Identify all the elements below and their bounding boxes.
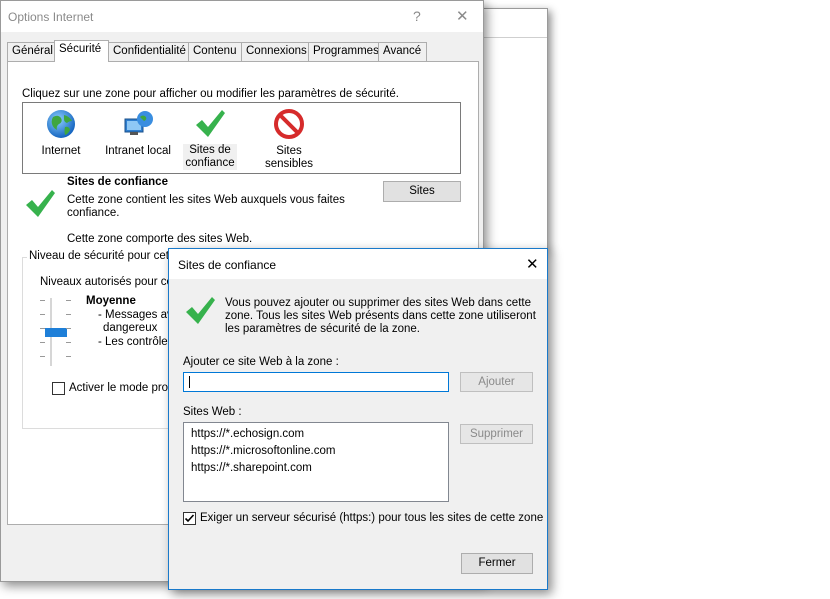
zone-instruction: Cliquez sur une zone pour afficher ou mo… [22,88,399,100]
dialog-close-button[interactable]: ✕ [526,255,539,273]
globe-icon [47,110,75,138]
security-level-legend: Niveau de sécurité pour cette [27,250,181,262]
zone-label: Sites sensibles [265,145,313,170]
zone-local-intranet[interactable]: Intranet local [103,107,173,158]
list-item[interactable]: https://*.sharepoint.com [191,462,312,474]
zone-title: Sites de confiance [67,176,168,188]
text-cursor [189,376,190,388]
level-description-line3: - Les contrôles [98,336,174,348]
close-dialog-button[interactable]: Fermer [461,553,533,574]
tab-privacy[interactable]: Confidentialité [108,42,189,61]
tab-content[interactable]: Contenu [188,42,242,61]
level-name: Moyenne [86,295,136,307]
protected-mode-checkbox[interactable] [52,382,65,395]
blocked-icon [274,109,304,139]
window-title: Options Internet [8,10,94,24]
add-site-label: Ajouter ce site Web à la zone : [183,356,339,368]
dialog-title: Sites de confiance [178,258,277,272]
checkmark-icon [196,110,225,137]
title-bar: Options Internet ? ✕ [1,1,483,32]
sites-list[interactable]: https://*.echosign.com https://*.microso… [183,422,449,502]
remove-button[interactable]: Supprimer [460,424,533,444]
trusted-sites-dialog: Sites de confiance ✕ Vous pouvez ajouter… [168,248,548,590]
protected-mode-label: Activer le mode protég [69,382,185,394]
level-description-line1: - Messages ava [98,309,180,321]
add-site-input[interactable] [183,372,449,392]
tab-programs[interactable]: Programmes [308,42,379,61]
dialog-title-bar: Sites de confiance ✕ [169,249,547,279]
slider-ticks-left [40,300,45,301]
checkmark-icon [186,297,215,324]
zone-internet[interactable]: Internet [33,107,89,158]
add-button[interactable]: Ajouter [460,372,533,392]
trusted-checkmark-icon [26,190,55,217]
zone-description-line3: Cette zone comporte des sites Web. [67,233,253,245]
sites-button[interactable]: Sites [383,181,461,202]
info-line3: les paramètres de sécurité de la zone. [225,323,420,335]
help-button[interactable]: ? [413,8,421,24]
tab-connections[interactable]: Connexions [241,42,309,61]
slider-ticks-right [66,300,71,301]
zone-label-line2: confiance [183,157,237,170]
zone-label: Internet [41,145,81,157]
zone-label-line1: Sites de [183,144,237,157]
zone-restricted-sites[interactable]: Sites sensibles [251,107,327,171]
background-window [480,8,548,252]
tab-security[interactable]: Sécurité [54,40,109,62]
info-line1: Vous pouvez ajouter ou supprimer des sit… [225,297,531,309]
zone-description-line2: confiance. [67,207,120,219]
require-https-label: Exiger un serveur sécurisé (https:) pour… [200,512,544,524]
info-line2: zone. Tous les sites Web présents dans c… [225,310,536,322]
zone-trusted-sites[interactable]: Sites de confiance [183,107,237,170]
level-description-line2: dangereux [103,322,158,334]
require-https-checkbox[interactable] [183,512,196,525]
zone-list: Internet Intranet local Sites de confian… [22,102,461,174]
sites-list-label: Sites Web : [183,406,242,418]
intranet-icon [124,111,153,135]
checkbox-check-icon [184,514,195,523]
allowed-levels-label: Niveaux autorisés pour cette [40,276,186,288]
tab-general[interactable]: Général [7,42,55,61]
tab-advanced[interactable]: Avancé [378,42,427,61]
close-button[interactable]: ✕ [456,7,469,25]
list-item[interactable]: https://*.echosign.com [191,428,304,440]
list-item[interactable]: https://*.microsoftonline.com [191,445,335,457]
zone-description-line1: Cette zone contient les sites Web auxque… [67,194,345,206]
security-slider-thumb[interactable] [45,328,67,337]
zone-label: Intranet local [105,145,171,157]
